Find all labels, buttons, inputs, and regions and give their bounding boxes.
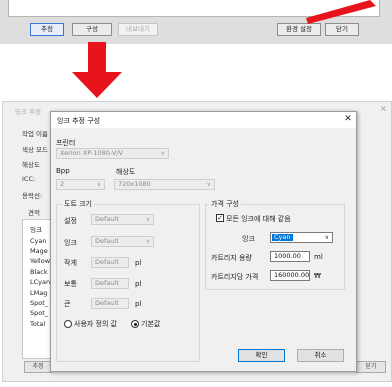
printer-label: 프린터 — [56, 139, 76, 147]
setting-select-value: Default — [95, 215, 119, 223]
default-value-radio-label[interactable]: 기본값 — [141, 319, 160, 329]
bg-label-resolution: 해상도 — [22, 161, 40, 169]
list-item: Cyan — [30, 237, 47, 245]
cartridge-price-label: 카트리지당 가격 — [211, 273, 259, 281]
list-item: Mage — [30, 247, 48, 255]
custom-value-radio-label[interactable]: 사용자 정의 값 — [74, 319, 117, 329]
setting-select[interactable]: Default ∨ — [91, 214, 154, 225]
bg-label-bleed: 용락선: — [22, 192, 43, 200]
top-config-button[interactable]: 구성 — [72, 23, 112, 36]
all-inks-checkbox-label[interactable]: 모든 잉크에 대해 같음 — [226, 214, 291, 224]
dot-ink-select[interactable]: Default ∨ — [91, 236, 154, 247]
resolution-select-value: 720x1080 — [118, 180, 151, 188]
cartridge-price-input[interactable]: 160000.00 — [270, 270, 310, 281]
list-item: Total — [30, 320, 46, 328]
large-label: 큰 — [64, 300, 71, 308]
red-diagonal-arrow-icon — [306, 0, 376, 24]
resolution-label: 해상도 — [116, 168, 136, 176]
price-ink-select[interactable]: Cyan ∨ — [270, 232, 333, 243]
bg-close-button[interactable]: 닫기 — [356, 361, 386, 373]
price-config-group-label: 가격 구성 — [209, 199, 241, 209]
list-item: Spot_ — [30, 309, 49, 317]
normal-field[interactable]: Default — [91, 278, 129, 289]
list-item: 잉크 — [30, 226, 42, 234]
top-estimate-button[interactable]: 추정 — [30, 23, 64, 36]
top-export-button[interactable]: 내보내기 — [118, 23, 158, 36]
small-unit: pl — [135, 259, 142, 267]
chevron-down-icon: ∨ — [145, 238, 150, 245]
bpp-select-value: 2 — [60, 180, 65, 188]
resolution-select[interactable]: 720x1080 ∨ — [114, 179, 215, 190]
price-ink-label: 잉크 — [242, 235, 255, 243]
cartridge-capacity-input[interactable]: 1000.00 — [270, 251, 310, 262]
printer-select-value: Xerion XP-1080-V/V — [60, 149, 123, 157]
cartridge-price-unit: ₩ — [314, 272, 321, 280]
red-down-arrow-icon — [72, 42, 122, 98]
bg-estimate-group-label: 견적 — [28, 209, 40, 217]
cartridge-capacity-label: 카트리지 용량 — [211, 254, 252, 262]
dot-ink-select-value: Default — [95, 237, 119, 245]
large-unit: pl — [135, 300, 142, 308]
bg-label-icc: ICC: — [22, 175, 36, 183]
all-inks-checkbox[interactable]: ✓ — [216, 214, 224, 222]
price-ink-select-value: Cyan — [272, 233, 293, 241]
dot-size-group-label: 도트 크기 — [62, 199, 94, 209]
dialog-title: 잉크 추정 구성 — [57, 117, 101, 125]
default-value-radio[interactable] — [131, 320, 139, 328]
bpp-label: Bpp — [56, 167, 70, 175]
large-field[interactable]: Default — [91, 298, 129, 309]
chevron-down-icon: ∨ — [160, 150, 165, 157]
list-item: Spot_ — [30, 299, 49, 307]
ok-button[interactable]: 확인 — [238, 349, 285, 362]
list-item: Black — [30, 268, 48, 276]
chevron-down-icon: ∨ — [206, 181, 211, 188]
dialog-close-icon[interactable]: ✕ — [342, 113, 354, 125]
ink-estimate-close-icon[interactable]: × — [380, 104, 387, 113]
bpp-select[interactable]: 2 ∨ — [56, 179, 105, 190]
normal-label: 보통 — [64, 280, 77, 288]
chevron-down-icon: ∨ — [324, 234, 329, 241]
dot-ink-label: 잉크 — [64, 239, 77, 247]
normal-unit: pl — [135, 280, 142, 288]
custom-value-radio[interactable] — [64, 320, 72, 328]
small-field[interactable]: Default — [91, 257, 129, 268]
chevron-down-icon: ∨ — [145, 216, 150, 223]
small-label: 작게 — [64, 259, 77, 267]
ink-estimate-window-title: 잉크 추정 — [15, 108, 41, 116]
bg-estimate-button[interactable]: 추정 — [24, 361, 52, 373]
chevron-down-icon: ∨ — [96, 181, 101, 188]
cartridge-capacity-unit: ml — [314, 253, 323, 261]
bg-label-job-name: 작업 이름 — [22, 130, 48, 138]
cancel-button[interactable]: 취소 — [297, 349, 344, 362]
printer-select[interactable]: Xerion XP-1080-V/V ∨ — [56, 148, 169, 159]
setting-label: 설정 — [64, 217, 77, 225]
bg-label-color-mode: 색상 모드 — [22, 146, 48, 154]
list-item: LCyan — [30, 278, 51, 286]
list-item: Yellow — [30, 257, 51, 265]
list-item: LMag — [30, 289, 48, 297]
